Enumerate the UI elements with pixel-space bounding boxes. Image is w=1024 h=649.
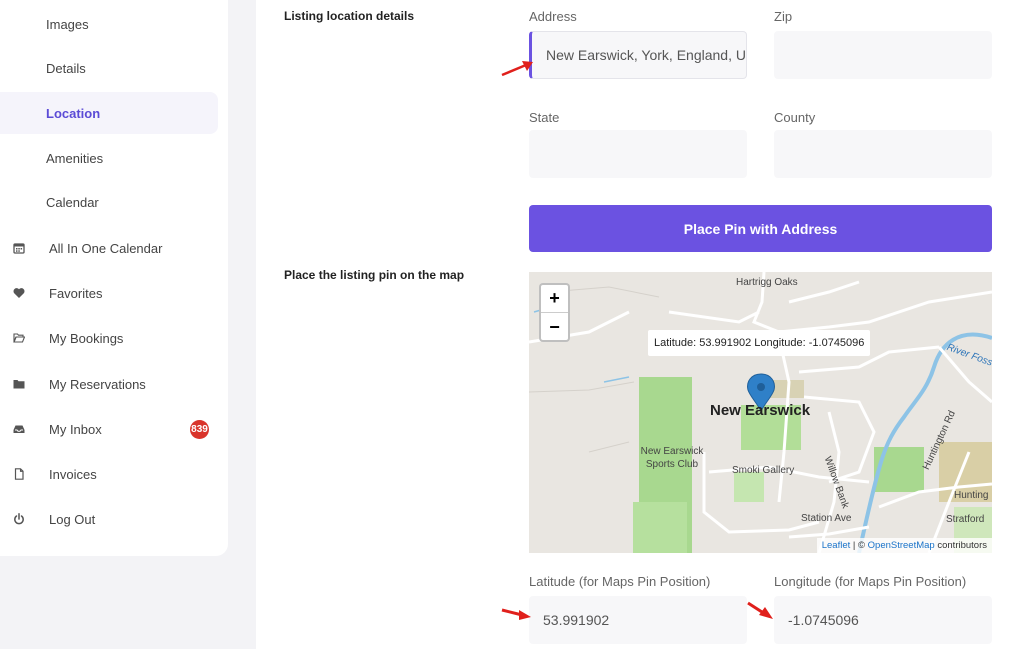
map-label: Stratford — [946, 514, 985, 525]
main-panel: Listing location details Address New Ear… — [256, 0, 1024, 649]
openstreetmap-link[interactable]: OpenStreetMap — [868, 540, 935, 551]
sidebar-item-label: Details — [46, 60, 86, 76]
sidebar-item-calendar[interactable]: Calendar — [0, 181, 218, 223]
address-value: New Earswick, York, England, U — [546, 47, 746, 63]
longitude-input[interactable]: -1.0745096 — [774, 596, 992, 644]
state-input[interactable] — [529, 130, 747, 178]
sidebar-item-amenities[interactable]: Amenities — [0, 137, 218, 179]
calendar-icon — [0, 242, 49, 254]
inbox-icon — [0, 423, 49, 435]
sidebar-item-images[interactable]: Images — [0, 3, 218, 45]
power-icon — [0, 513, 49, 525]
zip-input[interactable] — [774, 31, 992, 79]
zoom-out-button[interactable]: − — [541, 313, 568, 341]
sidebar-item-label: Images — [46, 16, 89, 32]
sidebar-item-invoices[interactable]: Invoices — [0, 456, 218, 492]
sidebar-item-label: Favorites — [49, 285, 103, 301]
sidebar-item-log-out[interactable]: Log Out — [0, 501, 218, 537]
coordinates-popup: Latitude: 53.991902 Longitude: -1.074509… — [648, 330, 871, 356]
latitude-value: 53.991902 — [543, 612, 610, 628]
location-map[interactable]: + − Latitude: 53.991902 Longitude: -1.07… — [529, 272, 992, 553]
map-section-title: Place the listing pin on the map — [284, 268, 465, 282]
sidebar-item-label: Amenities — [46, 150, 104, 166]
attribution-suffix: contributors — [934, 540, 987, 551]
annotation-arrow-icon — [747, 601, 773, 619]
latitude-input[interactable]: 53.991902 — [529, 596, 747, 644]
address-label: Address — [529, 9, 577, 24]
longitude-label: Longitude (for Maps Pin Position) — [774, 574, 967, 589]
zip-label: Zip — [774, 9, 793, 24]
sidebar-item-label: Location — [46, 105, 101, 121]
sidebar-item-label: All In One Calendar — [49, 240, 163, 256]
attribution-separator: | © — [850, 540, 868, 551]
annotation-arrow-icon — [501, 61, 533, 77]
sidebar-item-label: Invoices — [49, 466, 97, 482]
county-input[interactable] — [774, 130, 992, 178]
sidebar-item-label: Calendar — [46, 194, 99, 210]
map-label: Station Ave — [801, 513, 852, 524]
location-section-title: Listing location details — [284, 9, 415, 23]
heart-icon — [0, 287, 49, 299]
sidebar-item-my-bookings[interactable]: My Bookings — [0, 320, 218, 356]
map-attribution: Leaflet | © OpenStreetMap contributors — [816, 538, 992, 553]
zoom-in-button[interactable]: + — [541, 285, 568, 313]
folder-open-icon — [0, 332, 49, 344]
sidebar-item-label: My Reservations — [49, 376, 146, 392]
sidebar-item-favorites[interactable]: Favorites — [0, 275, 218, 311]
unread-count-badge: 839 — [190, 420, 209, 439]
map-label: Hunting — [954, 490, 989, 501]
leaflet-link[interactable]: Leaflet — [822, 540, 851, 551]
sidebar-item-details[interactable]: Details — [0, 47, 218, 89]
folder-icon — [0, 378, 49, 390]
latitude-label: Latitude (for Maps Pin Position) — [529, 574, 711, 589]
sidebar-item-label: My Inbox — [49, 421, 102, 437]
longitude-value: -1.0745096 — [788, 612, 859, 628]
sidebar-item-location[interactable]: Location — [0, 92, 218, 134]
map-label: New Earswick Sports Club — [640, 446, 704, 470]
sidebar-item-label: Log Out — [49, 511, 96, 527]
place-pin-button[interactable]: Place Pin with Address — [529, 205, 992, 252]
map-label: New Earswick — [710, 402, 811, 419]
sidebar-item-all-in-one-calendar[interactable]: All In One Calendar — [0, 230, 218, 266]
sidebar: Images Details Location Amenities Calend… — [0, 0, 228, 556]
state-label: State — [529, 110, 560, 125]
annotation-arrow-icon — [501, 608, 531, 620]
address-input[interactable]: New Earswick, York, England, U — [529, 31, 747, 79]
county-label: County — [774, 110, 816, 125]
map-label: Smoki Gallery — [732, 465, 795, 476]
document-icon — [0, 468, 49, 480]
sidebar-item-label: My Bookings — [49, 330, 124, 346]
map-zoom-control: + − — [539, 283, 570, 342]
map-label: Hartrigg Oaks — [736, 277, 798, 288]
sidebar-item-my-inbox[interactable]: My Inbox 839 — [0, 411, 218, 447]
sidebar-item-my-reservations[interactable]: My Reservations — [0, 366, 218, 402]
